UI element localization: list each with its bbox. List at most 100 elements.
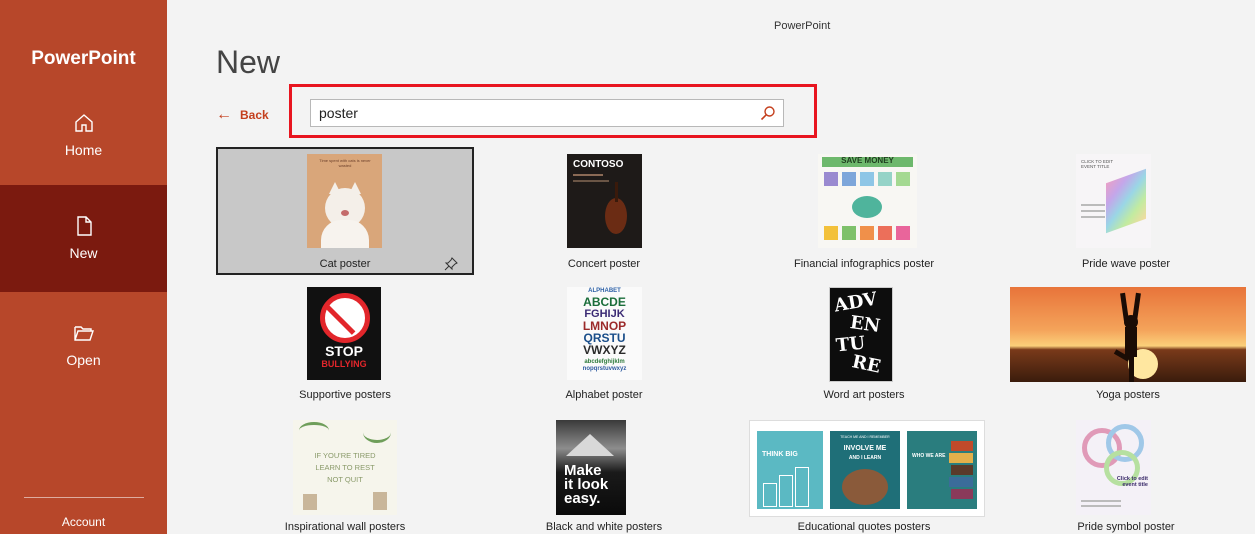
sidebar-item-account[interactable]: Account — [0, 515, 167, 529]
template-card-educational-quotes-posters[interactable]: THINK BIG TEACH ME AND I REMEMBER INVOLV… — [735, 415, 993, 534]
thumb-line — [1081, 500, 1121, 502]
template-card-pride-wave-poster[interactable]: CLICK TO EDIT EVENT TITLE Pride wave pos… — [997, 147, 1255, 275]
template-card-pride-symbol-poster[interactable]: Click to edit event title Pride symbol p… — [997, 415, 1255, 534]
thumb-caption: THINK BIG — [762, 451, 798, 458]
thumb-caption: BULLYING — [321, 359, 367, 369]
thumb-line — [1081, 505, 1121, 507]
thumb-stop-sign — [320, 293, 370, 343]
template-label: Alphabet poster — [565, 389, 643, 401]
search-icon[interactable] — [760, 105, 776, 121]
thumb-book — [949, 453, 973, 463]
thumb-plant — [363, 422, 391, 443]
thumb-shape — [779, 475, 793, 507]
search-box[interactable] — [310, 99, 784, 127]
thumb-caption: ABCDE — [583, 295, 626, 309]
template-card-supportive-posters[interactable]: STOP BULLYING Supportive posters — [216, 280, 474, 410]
thumb-block — [842, 172, 856, 186]
thumb-pot — [303, 494, 317, 510]
pin-icon[interactable] — [444, 257, 458, 271]
sidebar-item-home[interactable]: Home — [0, 82, 167, 182]
cat-ear — [349, 182, 361, 194]
thumb-block — [860, 172, 874, 186]
thumb-block — [896, 226, 910, 240]
template-thumbnail: IF YOU'RE TIRED LEARN TO REST NOT QUIT — [293, 420, 397, 515]
template-thumbnail: ADV EN TU RE — [829, 287, 893, 382]
thumb-caption: WHO WE ARE — [912, 453, 946, 459]
folder-icon — [73, 326, 94, 341]
template-card-inspirational-wall-posters[interactable]: IF YOU'RE TIRED LEARN TO REST NOT QUIT I… — [216, 415, 474, 534]
template-card-yoga-posters[interactable]: Yoga posters — [1008, 280, 1248, 410]
thumb-book — [951, 441, 973, 451]
template-thumbnail: Click to edit event title — [1076, 420, 1151, 515]
template-label: Inspirational wall posters — [284, 521, 406, 533]
thumb-caption: NOT QUIT — [327, 475, 363, 484]
thumb-caption: TEACH ME AND I REMEMBER — [840, 435, 890, 439]
thumb-line — [1081, 204, 1105, 206]
brand-title: PowerPoint — [31, 48, 136, 69]
thumb-shape — [763, 483, 777, 507]
template-thumbnail: STOP BULLYING — [307, 287, 381, 380]
thumb-caption: IF YOU'RE TIRED — [314, 451, 376, 460]
thumb-block — [896, 172, 910, 186]
template-card-alphabet-poster[interactable]: ALPHABET ABCDE FGHIJK LMNOP QRSTU VWXYZ … — [475, 280, 733, 410]
thumb-block — [824, 226, 838, 240]
template-label: Black and white posters — [545, 521, 663, 533]
back-button[interactable]: ← Back — [216, 106, 269, 124]
thumb-book — [949, 477, 973, 487]
template-label: Pride symbol poster — [1077, 521, 1175, 533]
back-label: Back — [240, 108, 269, 122]
cat-ear — [329, 182, 341, 194]
thumb-caption: nopqrstuvwxyz — [582, 366, 627, 372]
thumb-line — [1081, 216, 1105, 218]
thumb-caption: VWXYZ — [583, 343, 626, 357]
template-thumbnail: THINK BIG TEACH ME AND I REMEMBER INVOLV… — [749, 420, 985, 517]
window-title: PowerPoint — [774, 20, 831, 32]
template-card-cat-poster[interactable]: Time spent with cats is never wasted Cat… — [216, 147, 474, 275]
thumb-caption: AND I LEARN — [848, 455, 882, 461]
violin-body — [605, 198, 627, 234]
template-label: Yoga posters — [1096, 389, 1160, 401]
sidebar-divider — [24, 497, 144, 498]
cat-mouth — [341, 210, 349, 216]
thumb-torso — [1125, 327, 1137, 357]
template-card-concert-poster[interactable]: CONTOSO Concert poster — [475, 147, 733, 275]
cat-body — [321, 220, 369, 248]
template-label: Concert poster — [567, 258, 641, 270]
sidebar-item-new[interactable]: New — [0, 185, 167, 292]
thumb-block — [860, 226, 874, 240]
template-label: Supportive posters — [299, 389, 391, 401]
thumb-block — [878, 226, 892, 240]
template-thumbnail: Make it look easy. — [556, 420, 626, 515]
thumb-pot — [373, 492, 387, 510]
thumb-plant — [299, 422, 329, 439]
thumb-caption: easy. — [564, 490, 601, 507]
thumb-caption: abcdefghijklm — [584, 359, 625, 365]
thumb-caption: SAVE MONEY — [841, 156, 894, 165]
thumb-line — [573, 174, 603, 176]
violin-neck — [615, 182, 618, 202]
sidebar-item-label: Home — [64, 142, 103, 158]
thumb-line — [573, 180, 609, 182]
template-label: Educational quotes posters — [797, 521, 931, 533]
template-card-financial-infographics-poster[interactable]: SAVE MONEY Financial infographics poster — [735, 147, 993, 275]
sidebar-item-open[interactable]: Open — [0, 292, 167, 392]
template-label: Pride wave poster — [1081, 258, 1171, 270]
search-input[interactable] — [311, 100, 751, 126]
template-thumbnail: ALPHABET ABCDE FGHIJK LMNOP QRSTU VWXYZ … — [567, 287, 642, 380]
template-thumbnail: CONTOSO — [567, 154, 642, 248]
thumb-block — [824, 172, 838, 186]
thumb-caption: LEARN TO REST — [315, 463, 375, 472]
home-icon — [74, 114, 93, 132]
thumb-hands — [842, 469, 888, 505]
thumb-mountain — [566, 434, 614, 456]
thumb-block — [842, 226, 856, 240]
template-card-word-art-posters[interactable]: ADV EN TU RE Word art posters — [735, 280, 993, 410]
thumb-caption: RE — [850, 351, 883, 378]
template-card-black-and-white-posters[interactable]: Make it look easy. Black and white poste… — [475, 415, 733, 534]
template-label: Cat poster — [319, 258, 371, 270]
thumb-caption: CLICK TO EDIT EVENT TITLE — [1081, 159, 1114, 169]
thumb-panel: THINK BIG — [757, 431, 823, 509]
sidebar-item-label: Open — [66, 352, 101, 368]
thumb-book — [951, 465, 973, 475]
thumb-book — [951, 489, 973, 499]
